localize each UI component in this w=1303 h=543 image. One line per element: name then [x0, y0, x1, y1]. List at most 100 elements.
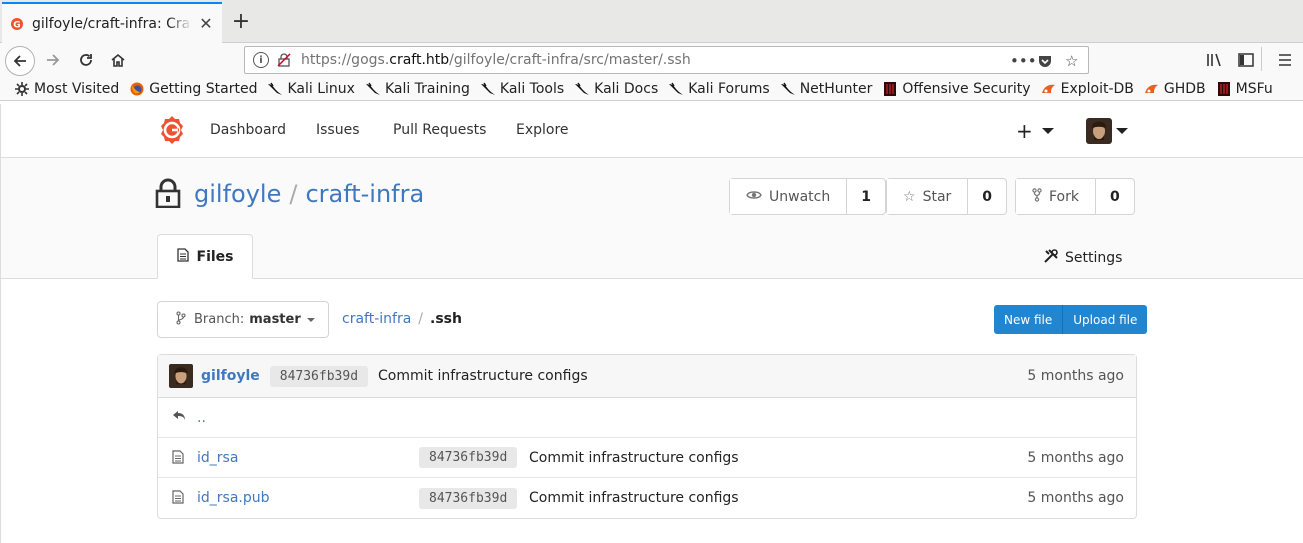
bookmarks-toolbar: Most Visited Getting Started Kali Linux Kal… [0, 77, 1303, 101]
file-row[interactable]: id_rsa 84736fb39d Commit infrastructure co… [158, 438, 1136, 478]
bookmark-item[interactable]: NetHunter [780, 81, 872, 97]
tab-close-icon[interactable]: ✕ [198, 14, 214, 33]
bookmark-item[interactable]: Kali Tools [480, 81, 564, 97]
create-plus-icon[interactable]: + [1016, 119, 1033, 143]
star-count[interactable]: 0 [968, 179, 1006, 214]
insecure-lock-icon[interactable] [277, 53, 291, 67]
reply-arrow-icon [172, 410, 186, 426]
hamburger-menu-icon[interactable] [1271, 46, 1299, 74]
gogs-logo-icon[interactable] [157, 115, 187, 145]
star-button-group: ☆ Star 0 [886, 178, 1008, 215]
commit-age: 5 months ago [1027, 368, 1124, 384]
breadcrumb-current: .ssh [430, 311, 462, 327]
repo-owner-link[interactable]: gilfoyle [194, 180, 281, 208]
file-name-link[interactable]: id_rsa.pub [197, 490, 270, 506]
watch-count[interactable]: 1 [847, 179, 885, 214]
bookmark-item[interactable]: Kali Linux [267, 80, 355, 97]
file-commit-sha[interactable]: 84736fb39d [419, 487, 518, 509]
star-button[interactable]: ☆ Star [887, 179, 969, 214]
create-dropdown-caret-icon[interactable] [1042, 128, 1054, 134]
eye-icon [746, 189, 762, 205]
site-info-icon[interactable]: i [253, 52, 269, 68]
file-text-icon [176, 247, 189, 266]
commit-author-avatar[interactable] [169, 364, 193, 388]
bookmark-item[interactable]: Kali Forums [668, 81, 770, 97]
page-actions-icon[interactable]: ••• [1010, 51, 1037, 71]
nav-pull-requests[interactable]: Pull Requests [393, 122, 486, 138]
fork-button[interactable]: Fork [1016, 179, 1096, 214]
new-file-button[interactable]: New file [994, 305, 1062, 334]
url-path: /gilfoyle/craft-infra/src/master/.ssh [449, 52, 691, 68]
bookmark-label: Most Visited [34, 80, 120, 97]
nav-explore[interactable]: Explore [516, 122, 569, 138]
branch-selector[interactable]: Branch: master [157, 301, 329, 338]
file-commit-age: 5 months ago [1027, 490, 1124, 506]
file-text-icon [172, 450, 186, 466]
bookmark-label: Getting Started [149, 80, 258, 97]
fork-label: Fork [1049, 188, 1079, 205]
offsec-icon [1216, 81, 1232, 97]
file-commit-message: Commit infrastructure configs [529, 490, 739, 506]
file-name-link[interactable]: id_rsa [197, 450, 238, 466]
url-bar[interactable]: i https://gogs.craft.htb/gilfoyle/craft-… [244, 46, 1089, 74]
bookmark-item[interactable]: MSFu [1216, 81, 1273, 97]
pocket-icon[interactable] [1037, 51, 1053, 71]
tab-settings[interactable]: Settings [1043, 248, 1122, 268]
gear-icon [14, 81, 30, 97]
library-icon[interactable] [1201, 46, 1229, 74]
file-table: gilfoyle 84736fb39d Commit infrastructur… [157, 354, 1137, 519]
user-dropdown-caret-icon[interactable] [1116, 128, 1128, 134]
url-prefix: https://gogs. [301, 52, 390, 68]
branch-label: Branch: [194, 312, 245, 327]
tab-files[interactable]: Files [157, 234, 253, 279]
parent-dir-row[interactable]: .. [158, 398, 1136, 438]
watch-button-group: Unwatch 1 [729, 178, 886, 215]
commit-author-link[interactable]: gilfoyle [201, 368, 260, 384]
star-icon: ☆ [903, 188, 916, 205]
bookmark-item[interactable]: Offensive Security [882, 80, 1031, 97]
forward-button[interactable] [39, 46, 67, 74]
repo-header: gilfoyle / craft-infra Unwatch 1 ☆ Star 0 F… [1, 158, 1303, 279]
bookmark-item[interactable]: Kali Training [365, 81, 470, 97]
sidebar-icon[interactable] [1232, 46, 1260, 74]
repo-title-separator: / [289, 180, 298, 208]
bookmark-label: Offensive Security [902, 80, 1031, 97]
breadcrumb-root-link[interactable]: craft-infra [342, 311, 411, 327]
fork-count[interactable]: 0 [1096, 179, 1134, 214]
url-domain: craft.htb [389, 52, 450, 68]
kali-dragon-icon [480, 81, 496, 97]
upload-file-button[interactable]: Upload file [1062, 305, 1147, 334]
new-tab-button[interactable]: + [228, 8, 254, 34]
browser-tab-active[interactable]: G gilfoyle/craft-infra: Craft ✕ [2, 2, 222, 43]
kali-dragon-icon [780, 81, 796, 97]
user-avatar[interactable] [1086, 118, 1112, 144]
bookmark-item[interactable]: Most Visited [14, 81, 119, 97]
firefox-icon [129, 81, 145, 97]
gogs-favicon-icon: G [10, 17, 24, 31]
gogs-page: Dashboard Issues Pull Requests Explore +… [0, 104, 1303, 543]
bookmark-item[interactable]: Exploit-DB [1041, 81, 1134, 97]
reload-button[interactable] [72, 46, 100, 74]
back-button[interactable] [5, 46, 35, 76]
repo-title: gilfoyle / craft-infra [194, 180, 424, 208]
commit-sha[interactable]: 84736fb39d [269, 365, 369, 387]
bookmark-item[interactable]: Kali Docs [574, 81, 658, 97]
nav-issues[interactable]: Issues [316, 122, 360, 138]
private-repo-lock-icon [155, 178, 181, 209]
nav-dashboard[interactable]: Dashboard [210, 122, 286, 138]
bookmark-label: Kali Linux [287, 80, 355, 97]
file-actions: New file Upload file [994, 305, 1148, 334]
file-row[interactable]: id_rsa.pub 84736fb39d Commit infrastructur… [158, 478, 1136, 518]
parent-dir-link[interactable]: .. [197, 410, 206, 426]
tab-title: gilfoyle/craft-infra: Craft [32, 15, 192, 32]
unwatch-button[interactable]: Unwatch [730, 179, 848, 214]
file-commit-sha[interactable]: 84736fb39d [419, 447, 518, 468]
bookmark-item[interactable]: Getting Started [129, 81, 257, 97]
toolbar-divider [1261, 47, 1262, 71]
bookmark-star-icon[interactable]: ☆ [1065, 51, 1078, 71]
bookmark-item[interactable]: GHDB [1144, 81, 1206, 97]
repo-name-link[interactable]: craft-infra [305, 180, 424, 208]
bookmark-label: GHDB [1163, 80, 1206, 97]
home-button[interactable] [104, 46, 132, 74]
latest-commit-row: gilfoyle 84736fb39d Commit infrastructur… [158, 355, 1136, 398]
